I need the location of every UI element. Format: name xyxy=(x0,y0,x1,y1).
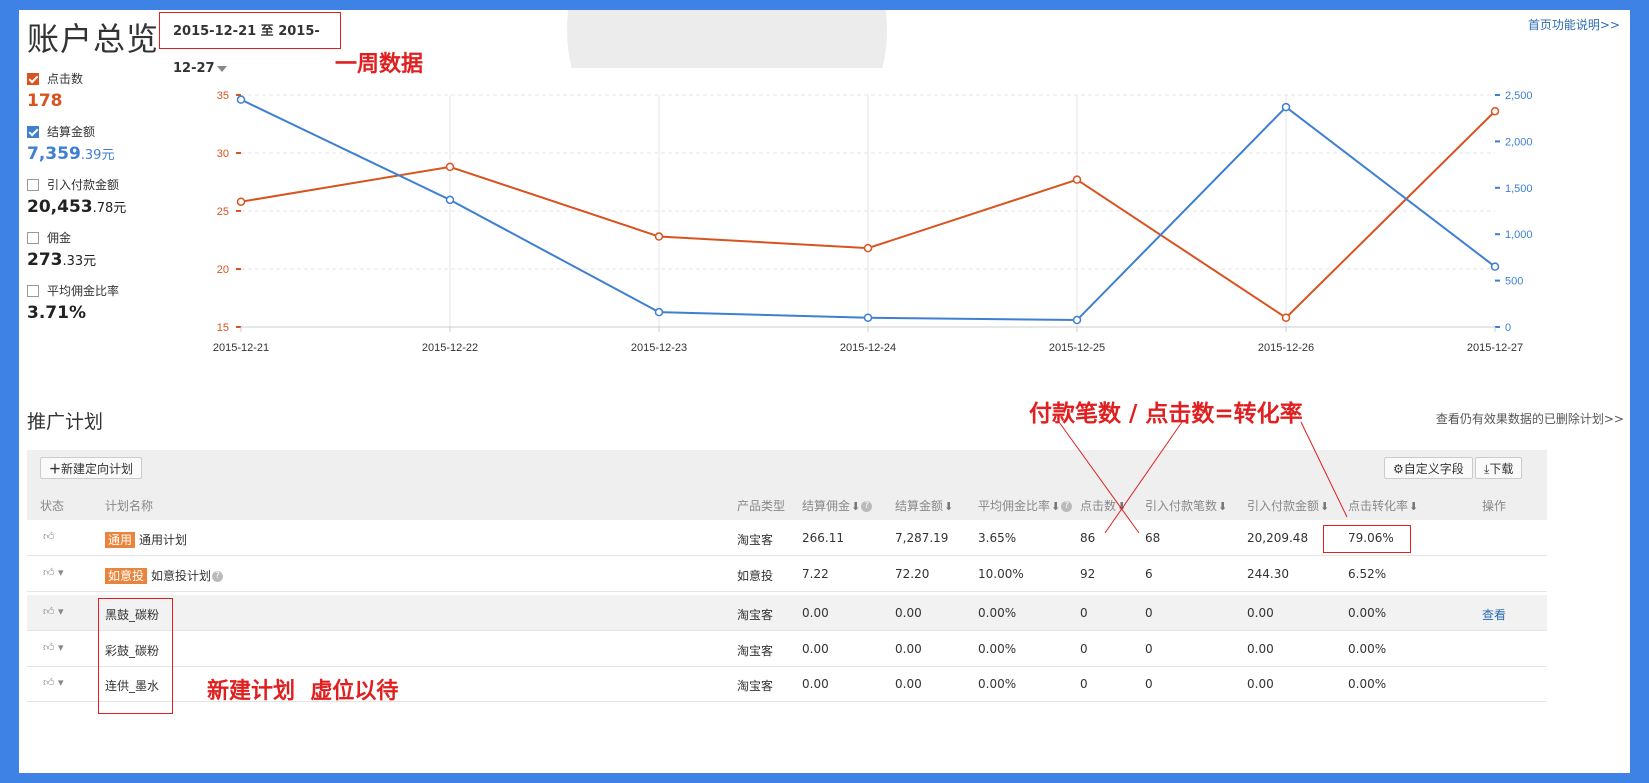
annotation-overlay xyxy=(1058,421,1348,534)
annotation-line-orders xyxy=(1058,421,1140,534)
annotation-line-clicks xyxy=(1104,421,1183,534)
conversion-highlight-box xyxy=(1323,525,1411,553)
page-frame: 账户总览 2015-12-21 至 2015-12-27 一周数据 首页功能说明… xyxy=(19,10,1630,773)
new-plans-highlight-box xyxy=(98,598,173,714)
annotation-new-plan: 新建计划 虚位以待 xyxy=(207,679,399,704)
annotation-line-conversion xyxy=(1300,421,1348,518)
